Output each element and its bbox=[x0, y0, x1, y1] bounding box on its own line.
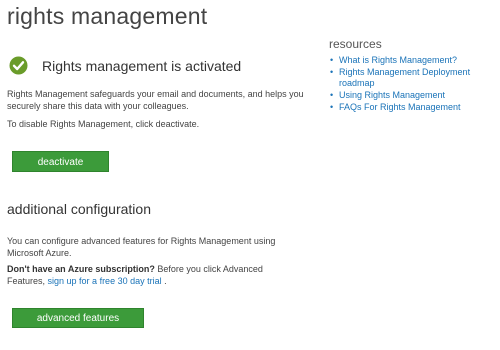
check-icon bbox=[9, 56, 28, 75]
resource-item: Rights Management Deployment roadmap bbox=[329, 67, 494, 89]
deactivate-button[interactable]: deactivate bbox=[12, 151, 109, 172]
rights-management-page: rights management Rights management is a… bbox=[0, 0, 500, 350]
free-trial-link[interactable]: sign up for a free 30 day trial bbox=[48, 276, 162, 286]
resources-list: What is Rights Management? Rights Manage… bbox=[329, 55, 494, 113]
resource-item: FAQs For Rights Management bbox=[329, 102, 494, 113]
description-text: Rights Management safeguards your email … bbox=[7, 89, 304, 111]
additional-configuration-text: You can configure advanced features for … bbox=[7, 236, 276, 258]
resource-item: Using Rights Management bbox=[329, 90, 494, 101]
resource-item: What is Rights Management? bbox=[329, 55, 494, 66]
page-title: rights management bbox=[7, 3, 208, 29]
using-rights-management-link[interactable]: Using Rights Management bbox=[339, 90, 445, 100]
what-is-rights-management-link[interactable]: What is Rights Management? bbox=[339, 55, 457, 65]
activation-status: Rights management is activated bbox=[9, 56, 241, 75]
azure-subscription-text: Don't have an Azure subscription? Before… bbox=[7, 263, 297, 287]
resources-panel: resources What is Rights Management? Rig… bbox=[329, 37, 494, 114]
faqs-link[interactable]: FAQs For Rights Management bbox=[339, 102, 461, 112]
trailing-period: . bbox=[161, 276, 167, 286]
deployment-roadmap-link[interactable]: Rights Management Deployment roadmap bbox=[339, 67, 470, 88]
additional-configuration-heading: additional configuration bbox=[7, 201, 151, 217]
advanced-features-button[interactable]: advanced features bbox=[12, 308, 144, 328]
deactivate-instruction: To disable Rights Management, click deac… bbox=[7, 119, 200, 129]
azure-subscription-question: Don't have an Azure subscription? bbox=[7, 264, 155, 274]
resources-heading: resources bbox=[329, 37, 382, 51]
status-text: Rights management is activated bbox=[42, 57, 242, 74]
